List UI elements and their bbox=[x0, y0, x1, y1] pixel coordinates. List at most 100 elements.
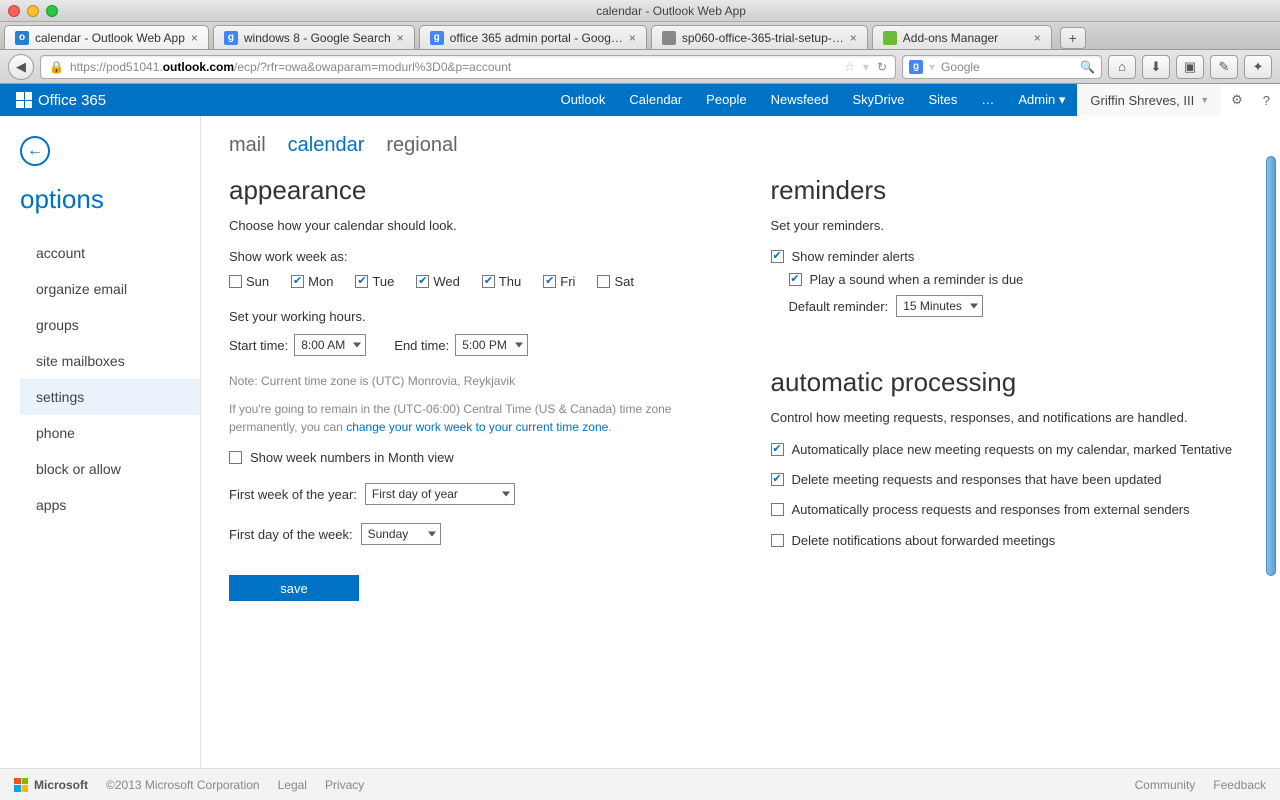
window-minimize-button[interactable] bbox=[27, 5, 39, 17]
day-label: Mon bbox=[308, 274, 333, 289]
sidebar-item[interactable]: settings bbox=[20, 379, 200, 415]
tab-label: windows 8 - Google Search bbox=[244, 31, 391, 45]
copyright: ©2013 Microsoft Corporation bbox=[106, 778, 260, 792]
o365-nav-link[interactable]: Admin ▾ bbox=[1006, 84, 1077, 116]
left-sidebar: ← options accountorganize emailgroupssit… bbox=[0, 116, 200, 768]
week-numbers-label: Show week numbers in Month view bbox=[250, 450, 454, 465]
day-checkbox[interactable] bbox=[597, 275, 610, 288]
legal-link[interactable]: Legal bbox=[278, 778, 307, 792]
browser-back-button[interactable]: ◀ bbox=[8, 54, 34, 80]
new-tab-button[interactable]: + bbox=[1060, 27, 1086, 49]
share-button[interactable]: ▣ bbox=[1176, 55, 1204, 79]
autoproc-checkbox[interactable] bbox=[771, 443, 784, 456]
settings-gear-icon[interactable]: ⚙ bbox=[1221, 92, 1253, 108]
tab-close-icon[interactable]: × bbox=[629, 31, 636, 45]
o365-nav-link[interactable]: People bbox=[694, 84, 758, 116]
sidebar-item[interactable]: apps bbox=[20, 487, 200, 523]
favicon-icon: o bbox=[15, 31, 29, 45]
o365-nav-link[interactable]: Newsfeed bbox=[759, 84, 841, 116]
o365-nav-link[interactable]: Outlook bbox=[549, 84, 618, 116]
save-button[interactable]: save bbox=[229, 575, 359, 601]
first-week-select[interactable]: First day of year bbox=[365, 483, 515, 505]
show-alerts-label: Show reminder alerts bbox=[792, 249, 915, 264]
sidebar-item[interactable]: block or allow bbox=[20, 451, 200, 487]
autoproc-checkbox[interactable] bbox=[771, 534, 784, 547]
start-time-select[interactable]: 8:00 AM bbox=[294, 334, 366, 356]
content-tab[interactable]: mail bbox=[229, 134, 266, 157]
tab-close-icon[interactable]: × bbox=[1034, 31, 1041, 45]
browser-tab[interactable]: ocalendar - Outlook Web App× bbox=[4, 25, 209, 49]
address-bar[interactable]: 🔒 https://pod51041.outlook.com/ecp/?rfr=… bbox=[40, 55, 896, 79]
o365-nav-link[interactable]: Calendar bbox=[617, 84, 694, 116]
working-hours-label: Set your working hours. bbox=[229, 309, 711, 324]
bookmark-star-icon[interactable]: ☆ bbox=[844, 60, 855, 74]
browser-tab[interactable]: goffice 365 admin portal - Goog…× bbox=[419, 25, 647, 49]
extension-button[interactable]: ✎ bbox=[1210, 55, 1238, 79]
tab-label: Add-ons Manager bbox=[903, 31, 998, 45]
day-checkbox[interactable] bbox=[482, 275, 495, 288]
sidebar-item[interactable]: site mailboxes bbox=[20, 343, 200, 379]
play-sound-checkbox[interactable] bbox=[789, 273, 802, 286]
week-numbers-checkbox[interactable] bbox=[229, 451, 242, 464]
end-time-select[interactable]: 5:00 PM bbox=[455, 334, 528, 356]
browser-tab[interactable]: sp060-office-365-trial-setup-…× bbox=[651, 25, 868, 49]
favicon-icon bbox=[883, 31, 897, 45]
content-tab[interactable]: regional bbox=[386, 134, 457, 157]
tab-close-icon[interactable]: × bbox=[191, 31, 198, 45]
first-week-label: First week of the year: bbox=[229, 487, 357, 502]
tab-label: office 365 admin portal - Goog… bbox=[450, 31, 623, 45]
browser-search-box[interactable]: g▾ Google 🔍 bbox=[902, 55, 1102, 79]
first-day-select[interactable]: Sunday bbox=[361, 523, 441, 545]
content-area: mailcalendarregional appearance Choose h… bbox=[200, 116, 1280, 768]
search-icon[interactable]: 🔍 bbox=[1080, 60, 1095, 74]
scrollbar-thumb[interactable] bbox=[1266, 156, 1276, 576]
reload-icon[interactable]: ↻ bbox=[877, 60, 887, 74]
google-favicon: g bbox=[909, 60, 923, 74]
content-tab[interactable]: calendar bbox=[288, 134, 365, 157]
autoproc-desc: Control how meeting requests, responses,… bbox=[771, 410, 1253, 425]
change-timezone-link[interactable]: change your work week to your current ti… bbox=[346, 420, 608, 434]
o365-nav-link[interactable]: SkyDrive bbox=[840, 84, 916, 116]
home-button[interactable]: ⌂ bbox=[1108, 55, 1136, 79]
microsoft-logo[interactable]: Microsoft bbox=[14, 778, 88, 792]
back-button[interactable]: ← bbox=[20, 136, 50, 166]
menu-button[interactable]: ✦ bbox=[1244, 55, 1272, 79]
footer: Microsoft ©2013 Microsoft Corporation Le… bbox=[0, 768, 1280, 800]
help-icon[interactable]: ? bbox=[1253, 93, 1280, 108]
day-checkbox[interactable] bbox=[416, 275, 429, 288]
day-label: Thu bbox=[499, 274, 521, 289]
browser-tab[interactable]: gwindows 8 - Google Search× bbox=[213, 25, 415, 49]
browser-tab[interactable]: Add-ons Manager × bbox=[872, 25, 1052, 49]
user-menu[interactable]: Griffin Shreves, III▼ bbox=[1077, 84, 1221, 116]
autoproc-checkbox[interactable] bbox=[771, 473, 784, 486]
show-alerts-checkbox[interactable] bbox=[771, 250, 784, 263]
window-close-button[interactable] bbox=[8, 5, 20, 17]
o365-brand[interactable]: Office 365 bbox=[0, 92, 122, 109]
day-checkbox[interactable] bbox=[355, 275, 368, 288]
sidebar-item[interactable]: organize email bbox=[20, 271, 200, 307]
sidebar-item[interactable]: phone bbox=[20, 415, 200, 451]
day-checkbox[interactable] bbox=[291, 275, 304, 288]
day-label: Sat bbox=[614, 274, 634, 289]
window-zoom-button[interactable] bbox=[46, 5, 58, 17]
default-reminder-select[interactable]: 15 Minutes bbox=[896, 295, 983, 317]
community-link[interactable]: Community bbox=[1135, 778, 1196, 792]
tab-close-icon[interactable]: × bbox=[397, 31, 404, 45]
privacy-link[interactable]: Privacy bbox=[325, 778, 364, 792]
play-sound-label: Play a sound when a reminder is due bbox=[810, 272, 1024, 287]
o365-nav-link[interactable]: Sites bbox=[916, 84, 969, 116]
sidebar-item[interactable]: account bbox=[20, 235, 200, 271]
scrollbar[interactable] bbox=[1264, 116, 1278, 768]
timezone-hint: If you're going to remain in the (UTC-06… bbox=[229, 400, 711, 436]
o365-nav-link[interactable]: … bbox=[969, 84, 1006, 116]
downloads-button[interactable]: ⬇ bbox=[1142, 55, 1170, 79]
browser-tabstrip: ocalendar - Outlook Web App×gwindows 8 -… bbox=[0, 22, 1280, 50]
options-heading: options bbox=[20, 184, 200, 215]
day-checkbox[interactable] bbox=[543, 275, 556, 288]
day-checkbox[interactable] bbox=[229, 275, 242, 288]
autoproc-checkbox[interactable] bbox=[771, 503, 784, 516]
sidebar-item[interactable]: groups bbox=[20, 307, 200, 343]
day-label: Tue bbox=[372, 274, 394, 289]
tab-close-icon[interactable]: × bbox=[850, 31, 857, 45]
feedback-link[interactable]: Feedback bbox=[1213, 778, 1266, 792]
